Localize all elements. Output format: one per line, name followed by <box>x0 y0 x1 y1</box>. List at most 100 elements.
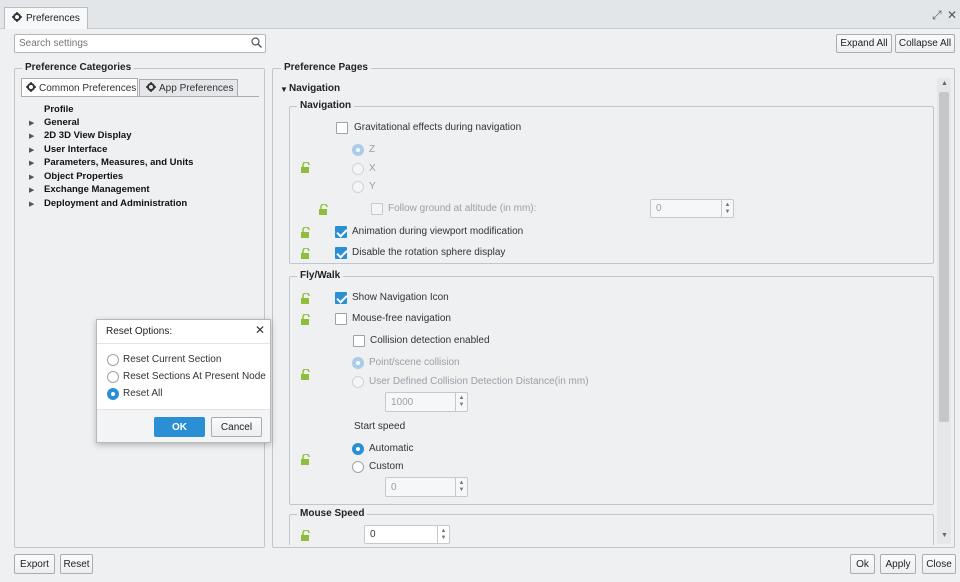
lock-icon[interactable] <box>300 313 312 325</box>
custom-speed-value: 0 <box>391 482 397 493</box>
tree-item-deployment[interactable]: Deployment and Administration <box>44 198 187 209</box>
expand-arrow-icon[interactable]: ▶ <box>29 132 34 140</box>
spinner-arrows-icon[interactable]: ▲ ▼ <box>721 200 733 217</box>
tree-item-profile[interactable]: Profile <box>44 104 74 115</box>
axis-x-label: X <box>369 163 376 174</box>
user-defined-label: User Defined Collision Detection Distanc… <box>369 376 589 387</box>
reset-button[interactable]: Reset <box>60 554 93 574</box>
reset-current-section-radio[interactable] <box>107 354 119 366</box>
gear-icon <box>146 81 156 95</box>
spinner-arrows-icon[interactable]: ▲ ▼ <box>437 526 449 543</box>
lock-icon[interactable] <box>300 529 312 541</box>
spinner-arrows-icon[interactable]: ▲ ▼ <box>455 393 467 411</box>
expand-arrow-icon[interactable]: ▶ <box>29 146 34 154</box>
custom-label: Custom <box>369 461 404 472</box>
flywalk-group-title: Fly/Walk <box>297 270 344 281</box>
animation-label: Animation during viewport modification <box>352 226 524 237</box>
expand-arrow-icon[interactable]: ▶ <box>29 173 34 181</box>
tree-item-exchange-management[interactable]: Exchange Management <box>44 184 150 195</box>
collapse-all-button[interactable]: Collapse All <box>895 34 955 53</box>
dialog-divider <box>97 343 270 344</box>
scroll-down-icon[interactable]: ▼ <box>941 532 948 539</box>
gear-icon <box>26 81 36 95</box>
reset-present-node-radio[interactable] <box>107 371 119 383</box>
axis-x-radio[interactable] <box>352 163 364 175</box>
animation-checkbox[interactable] <box>335 226 347 238</box>
follow-ground-value: 0 <box>656 203 662 214</box>
restore-icon[interactable]: ⤢ <box>932 8 942 23</box>
custom-speed-spinner[interactable]: 0 ▲ ▼ <box>385 477 468 497</box>
close-button[interactable]: Close <box>922 554 956 574</box>
scrollbar-thumb[interactable] <box>939 92 949 422</box>
axis-z-radio[interactable] <box>352 144 364 156</box>
preference-categories-title: Preference Categories <box>22 62 135 73</box>
lock-icon[interactable] <box>300 368 312 380</box>
window-titlebar <box>0 0 960 29</box>
tab-common-preferences[interactable]: Common Preferences <box>21 78 138 97</box>
ok-button[interactable]: OK <box>154 417 205 437</box>
point-scene-radio[interactable] <box>352 357 364 369</box>
disable-sphere-checkbox[interactable] <box>335 247 347 259</box>
tree-item-object-properties[interactable]: Object Properties <box>44 171 123 182</box>
collision-checkbox[interactable] <box>353 335 365 347</box>
expand-arrow-icon[interactable]: ▶ <box>29 159 34 167</box>
follow-ground-label: Follow ground at altitude (in mm): <box>388 203 537 214</box>
axis-y-radio[interactable] <box>352 181 364 193</box>
close-icon[interactable]: ✕ <box>947 8 957 22</box>
tree-item-2d-3d-view-display[interactable]: 2D 3D View Display <box>44 130 131 141</box>
expand-arrow-icon[interactable]: ▶ <box>29 119 34 127</box>
tab-preferences[interactable]: Preferences <box>4 7 88 29</box>
reset-all-radio[interactable] <box>107 388 119 400</box>
apply-button[interactable]: Apply <box>880 554 916 574</box>
automatic-label: Automatic <box>369 443 414 454</box>
scroll-up-icon[interactable]: ▲ <box>941 80 948 87</box>
spinner-arrows-icon[interactable]: ▲ ▼ <box>455 478 467 496</box>
lock-icon[interactable] <box>300 161 312 173</box>
axis-z-label: Z <box>369 144 376 155</box>
show-nav-icon-checkbox[interactable] <box>335 292 347 304</box>
reset-present-node-label: Reset Sections At Present Node <box>123 371 266 382</box>
expand-arrow-icon[interactable]: ▶ <box>29 186 34 194</box>
distance-value: 1000 <box>391 397 414 408</box>
lock-icon[interactable] <box>318 203 330 215</box>
custom-radio[interactable] <box>352 461 364 473</box>
gravitational-label: Gravitational effects during navigation <box>354 122 522 133</box>
close-icon[interactable]: ✕ <box>255 323 265 337</box>
collapse-arrow-icon[interactable]: ▼ <box>280 85 288 94</box>
tab-divider <box>21 96 259 97</box>
tab-app-preferences[interactable]: App Preferences <box>139 79 238 97</box>
follow-ground-checkbox[interactable] <box>371 203 383 215</box>
mouse-free-label: Mouse-free navigation <box>352 313 451 324</box>
automatic-radio[interactable] <box>352 443 364 455</box>
export-button[interactable]: Export <box>14 554 55 574</box>
tab-label: App Preferences <box>159 82 234 94</box>
expand-arrow-icon[interactable]: ▶ <box>29 200 34 208</box>
dialog-title: Reset Options: <box>106 326 173 337</box>
point-scene-label: Point/scene collision <box>369 357 460 368</box>
gravitational-checkbox[interactable] <box>336 122 348 134</box>
search-input[interactable] <box>14 34 266 53</box>
lock-icon[interactable] <box>300 453 312 465</box>
lock-icon[interactable] <box>300 226 312 238</box>
tree-item-user-interface[interactable]: User Interface <box>44 144 107 155</box>
reset-current-section-label: Reset Current Section <box>123 354 222 365</box>
tree-item-general[interactable]: General <box>44 117 79 128</box>
lock-icon[interactable] <box>300 247 312 259</box>
gear-icon <box>12 12 22 25</box>
tab-label: Common Preferences <box>39 82 137 94</box>
disable-sphere-label: Disable the rotation sphere display <box>352 247 506 258</box>
expand-all-button[interactable]: Expand All <box>836 34 892 53</box>
mouse-speed-spinner[interactable]: 0 ▲ ▼ <box>364 525 450 544</box>
user-defined-radio[interactable] <box>352 376 364 388</box>
distance-spinner[interactable]: 1000 ▲ ▼ <box>385 392 468 412</box>
follow-ground-spinner[interactable]: 0 ▲ ▼ <box>650 199 734 218</box>
collision-label: Collision detection enabled <box>370 335 490 346</box>
mouse-speed-group-title: Mouse Speed <box>297 508 368 519</box>
footer-ok-button[interactable]: Ok <box>850 554 875 574</box>
reset-all-label: Reset All <box>123 388 163 399</box>
cancel-button[interactable]: Cancel <box>211 417 262 437</box>
lock-icon[interactable] <box>300 292 312 304</box>
mouse-free-checkbox[interactable] <box>335 313 347 325</box>
tree-item-parameters[interactable]: Parameters, Measures, and Units <box>44 157 193 168</box>
search-icon[interactable] <box>251 37 262 51</box>
